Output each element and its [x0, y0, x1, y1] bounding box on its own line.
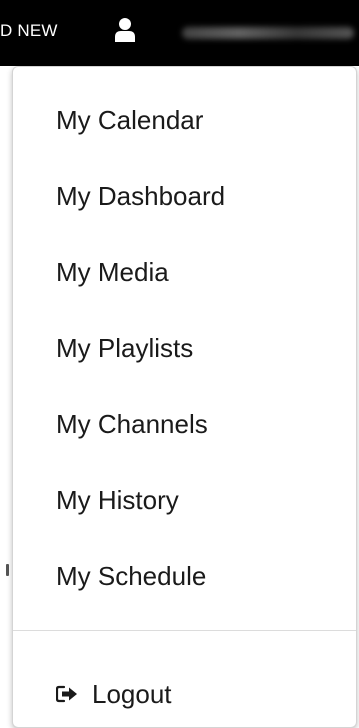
username-blurred[interactable]: [182, 27, 354, 39]
logout-label: Logout: [92, 679, 172, 709]
logout-icon: [55, 685, 78, 703]
menu-item-my-schedule[interactable]: My Schedule: [56, 561, 206, 591]
menu-item-my-history[interactable]: My History: [56, 485, 179, 515]
add-new-button[interactable]: D NEW: [0, 21, 58, 41]
background-mark: [6, 564, 9, 576]
page-background: [0, 66, 12, 722]
menu-item-my-media[interactable]: My Media: [56, 257, 169, 287]
top-navbar: D NEW: [0, 0, 359, 66]
user-dropdown-menu: My Calendar My Dashboard My Media My Pla…: [12, 66, 357, 728]
user-icon[interactable]: [115, 17, 135, 43]
menu-divider: [13, 630, 356, 631]
menu-item-my-dashboard[interactable]: My Dashboard: [56, 181, 225, 211]
menu-item-my-playlists[interactable]: My Playlists: [56, 333, 193, 363]
menu-item-my-calendar[interactable]: My Calendar: [56, 105, 203, 135]
menu-item-my-channels[interactable]: My Channels: [56, 409, 208, 439]
